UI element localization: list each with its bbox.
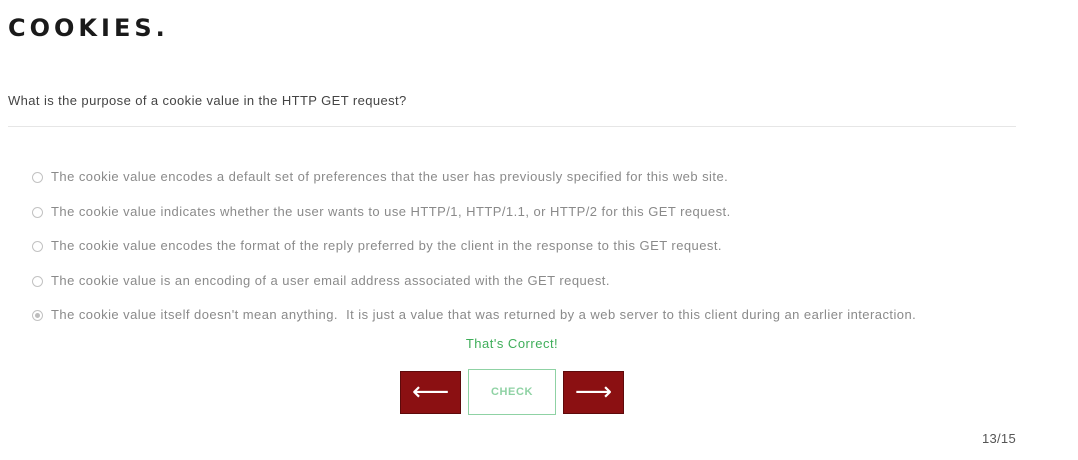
answer-option-1[interactable]: The cookie value encodes a default set o… [30,160,916,195]
feedback-message: That's Correct! [465,336,559,351]
radio-button[interactable] [32,172,43,184]
next-button[interactable]: ⟶ [563,370,624,414]
answer-options: The cookie value encodes a default set o… [30,160,916,333]
progress-counter: 13/15 [981,431,1016,446]
page-title: COOKIES. [8,14,169,42]
answer-option-2[interactable]: The cookie value indicates whether the u… [30,195,916,230]
arrow-left-icon: ⟵ [411,377,450,407]
answer-option-label: The cookie value encodes a default set o… [51,169,729,185]
answer-option-label: The cookie value is an encoding of a use… [51,272,610,288]
radio-button[interactable] [32,310,43,322]
answer-option-4[interactable]: The cookie value is an encoding of a use… [30,264,916,299]
divider [8,126,1016,127]
quiz-navigation: ⟵ CHECK ⟶ [400,369,624,415]
radio-button[interactable] [32,206,43,218]
previous-button[interactable]: ⟵ [400,370,461,414]
answer-option-3[interactable]: The cookie value encodes the format of t… [30,229,916,264]
arrow-right-icon: ⟶ [574,377,613,407]
check-button[interactable]: CHECK [468,369,556,415]
answer-option-5[interactable]: The cookie value itself doesn't mean any… [30,298,916,333]
answer-option-label: The cookie value itself doesn't mean any… [51,307,917,323]
radio-button[interactable] [32,241,43,253]
answer-option-label: The cookie value indicates whether the u… [51,203,731,219]
answer-option-label: The cookie value encodes the format of t… [51,238,722,254]
question-text: What is the purpose of a cookie value in… [8,93,407,108]
radio-button[interactable] [32,275,43,287]
